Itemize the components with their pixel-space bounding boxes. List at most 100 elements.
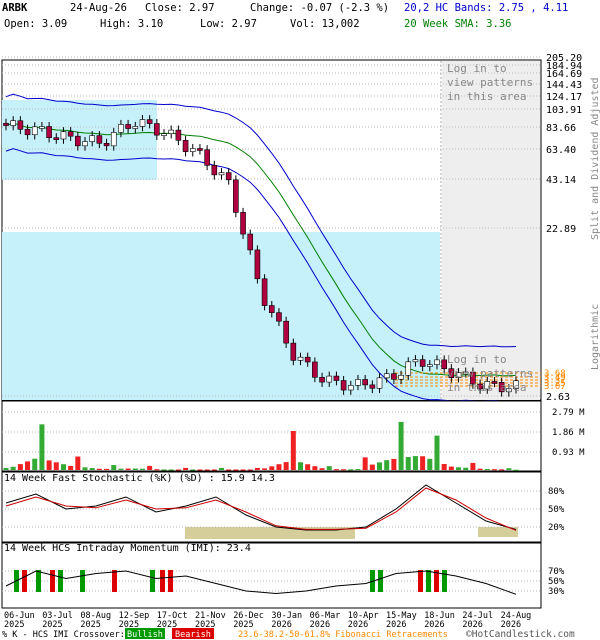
volume-bar	[499, 469, 505, 471]
candle-body	[247, 233, 254, 251]
candle-body	[419, 359, 426, 367]
candle-body	[283, 320, 289, 344]
volume-bar	[269, 466, 275, 470]
footer-credit[interactable]: ©HotCandlestick.com	[466, 629, 575, 640]
volume-bar	[434, 435, 440, 470]
candle-body	[347, 385, 354, 391]
volume-bar	[298, 462, 304, 470]
volume-bar	[463, 467, 469, 470]
candle-body	[233, 179, 239, 213]
volume-bar	[341, 469, 347, 471]
candle-body	[268, 305, 275, 313]
price-tick-label: 2.63	[546, 392, 570, 403]
footer-bearish: Bearish	[175, 630, 211, 640]
volume-bar	[226, 469, 232, 471]
candle-body	[82, 141, 88, 147]
volume-bar	[161, 469, 167, 471]
imi-tick-label: 30%	[548, 587, 565, 597]
x-axis-label: 15-May 2026	[386, 611, 417, 630]
x-axis-label: 24-Aug 2026	[501, 611, 532, 630]
x-axis-label: 26-Dec 2025	[233, 611, 264, 630]
volume-bar	[168, 469, 174, 471]
volume-bar	[75, 456, 81, 470]
candle-body	[340, 380, 347, 391]
volume-bar	[384, 460, 390, 470]
volume-bar	[491, 469, 497, 471]
volume-bar	[125, 468, 131, 470]
footer-fib-label: 23.6-38.2-50-61.8% Fibonacci Retracement…	[238, 630, 448, 640]
candle-body	[254, 249, 261, 280]
volume-bar	[139, 468, 145, 470]
volume-bar	[190, 469, 196, 471]
imi-tick-label: 70%	[548, 567, 565, 577]
volume-bar	[25, 461, 31, 470]
volume-bar	[175, 469, 181, 471]
price-tick-label: 83.66	[546, 123, 576, 134]
volume-bar	[319, 468, 325, 470]
candle-body	[154, 123, 160, 136]
imi-crossover-bar	[36, 570, 41, 592]
x-axis-label: 06-Jun 2025	[4, 611, 35, 630]
imi-title: 14 Week HCS Intraday Momentum (IMI): 23.…	[4, 543, 251, 554]
volume-bar	[204, 469, 210, 471]
candle-body	[204, 149, 210, 166]
price-panel: Log in to view patterns in this area Log i…	[1, 53, 600, 413]
volume-bar	[369, 464, 375, 470]
price-tick-label: 124.17	[546, 92, 582, 103]
volume-bar	[355, 469, 361, 471]
x-axis-label: 12-Sep 2025	[119, 611, 150, 630]
candle-body	[39, 126, 45, 129]
candle-body	[326, 375, 333, 383]
candle-body	[3, 122, 9, 126]
stochastic-panel: 14 Week Fast Stochastic (%K) (%D) : 15.9…	[1, 471, 565, 543]
candle-body	[168, 129, 175, 134]
candle-body	[161, 133, 167, 136]
stoch-tick-label: 80%	[548, 487, 565, 497]
candle-body	[110, 132, 117, 147]
candle-body	[139, 119, 146, 127]
volume-bar	[470, 462, 476, 470]
pattern-overlay-top[interactable]	[442, 61, 540, 400]
candle-body	[434, 359, 440, 365]
footer-bullish: Bullish	[127, 630, 163, 640]
volume-tick-label: 0.93 M	[552, 448, 585, 458]
candle-body	[225, 172, 232, 181]
volume-panel: 2.79 M 1.86 M 0.93 M	[1, 400, 585, 472]
candle-body	[211, 165, 218, 176]
candle-body	[405, 361, 412, 376]
volume-bar	[118, 468, 124, 470]
x-axis-label: 08-Aug 2025	[80, 611, 111, 630]
volume-bar	[247, 469, 253, 471]
volume-bar	[154, 469, 160, 471]
candle-body	[383, 373, 390, 379]
volume-bar	[391, 458, 397, 470]
volume-bar	[484, 469, 490, 471]
volume-bar	[218, 467, 224, 470]
candle-body	[132, 126, 139, 129]
candle-body	[189, 148, 196, 152]
price-tick-label: 22.89	[546, 224, 576, 235]
x-axis-label: 21-Nov 2025	[195, 611, 226, 630]
split-adjusted-label: Split and Dividend Adjusted	[590, 77, 600, 240]
candle-body	[60, 131, 67, 140]
footer-crossover-label: % K - HCS IMI Crossover:	[2, 630, 125, 640]
volume-bar	[96, 468, 102, 470]
candle-body	[412, 359, 419, 363]
volume-bar	[211, 469, 217, 471]
volume-bar	[398, 421, 404, 470]
volume-bar	[290, 430, 296, 470]
volume-bar	[333, 469, 339, 471]
imi-crossover-bar	[426, 570, 431, 592]
candle-body	[46, 126, 52, 138]
imi-crossover-bar	[80, 570, 85, 592]
volume-bar	[377, 462, 383, 470]
candle-body	[75, 135, 81, 147]
x-axis-label: 03-Jul 2025	[42, 611, 73, 630]
volume-bar	[254, 467, 260, 470]
stoch-tick-label: 20%	[548, 523, 565, 533]
volume-bar	[111, 465, 117, 470]
imi-crossover-bar	[50, 570, 55, 592]
candle-body	[197, 148, 203, 151]
stochastic-title: 14 Week Fast Stochastic (%K) (%D) : 15.9…	[4, 473, 275, 484]
volume-bar	[10, 466, 16, 470]
